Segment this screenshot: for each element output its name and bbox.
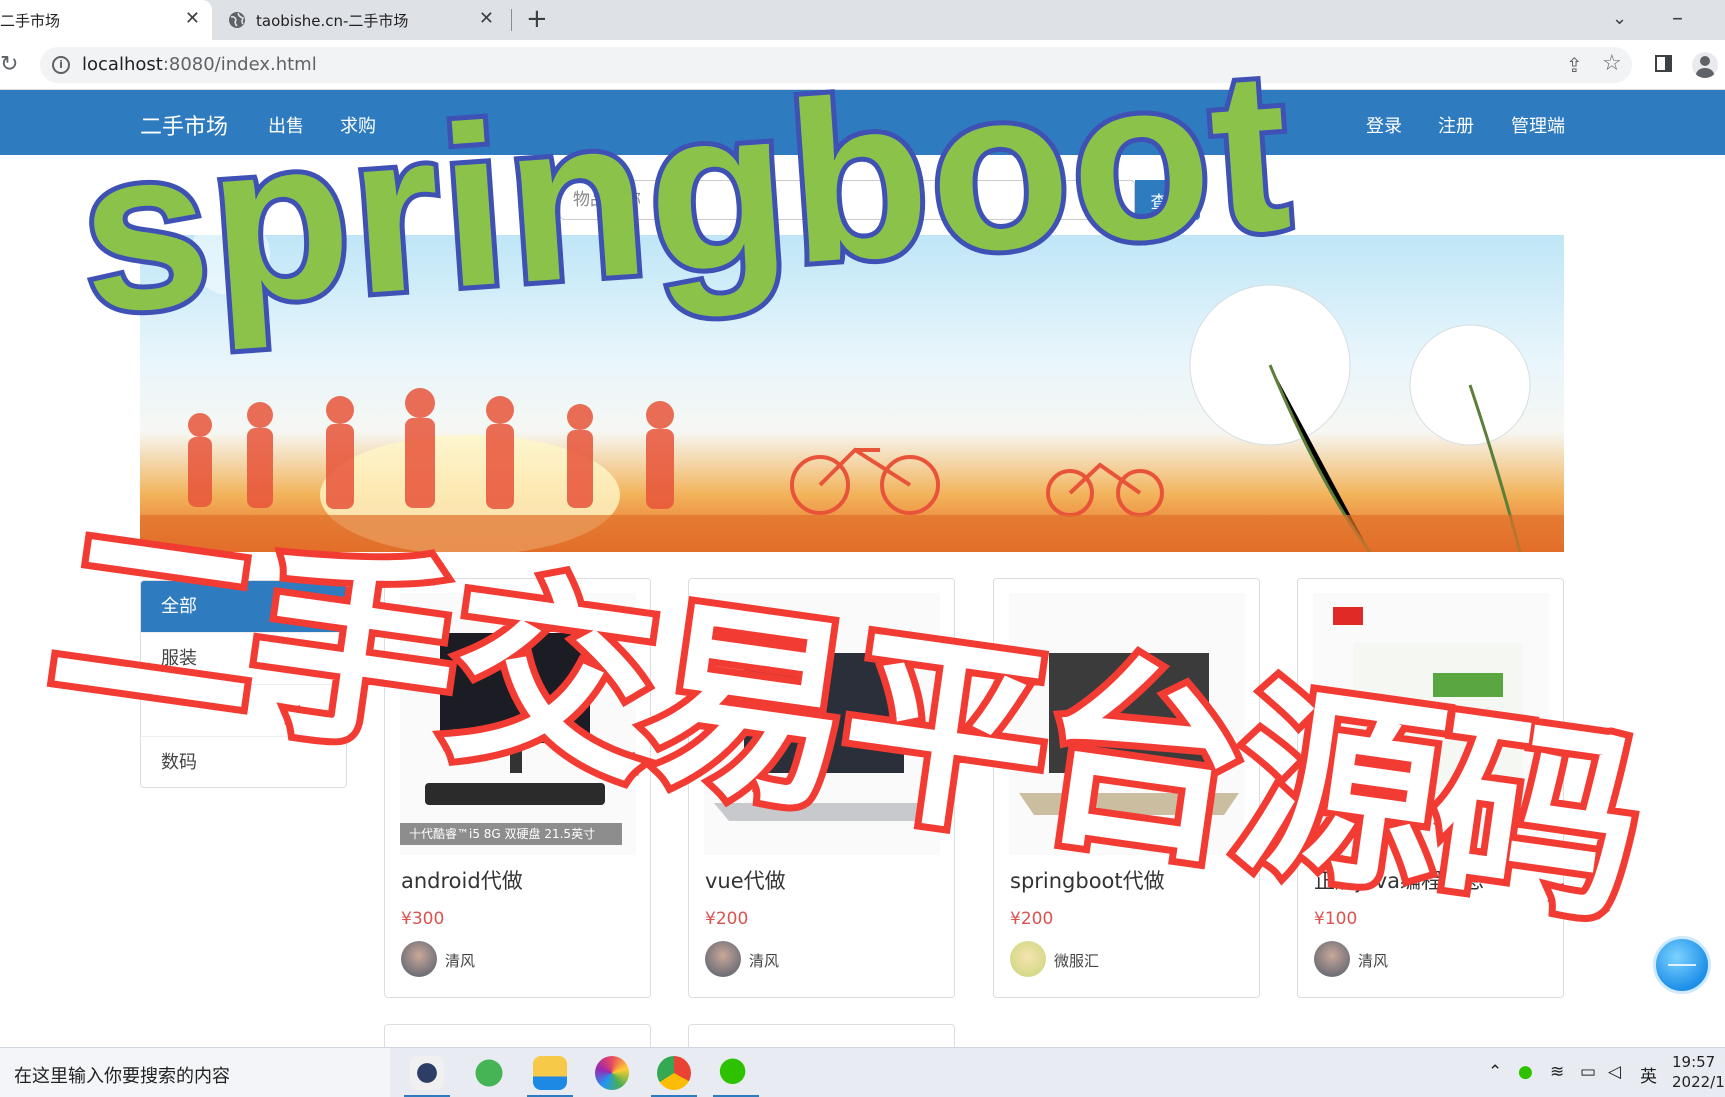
taskbar-search-text: 在这里输入你要搜索的内容 bbox=[14, 1066, 230, 1087]
minimize-icon[interactable]: – bbox=[1672, 6, 1683, 31]
seller-avatar bbox=[401, 941, 437, 977]
bookmark-star-icon[interactable]: ☆ bbox=[1602, 51, 1622, 76]
nav-admin[interactable]: 管理端 bbox=[1511, 112, 1565, 138]
browser-tab-bar: 二手市场 ✕ taobishe.cn-二手市场 ✕ + ⌄ – bbox=[0, 0, 1725, 40]
product-title[interactable]: vue代做 bbox=[705, 865, 786, 895]
product-price: ¥200 bbox=[705, 909, 749, 929]
seller-name: 清风 bbox=[749, 952, 780, 970]
info-icon[interactable]: i bbox=[52, 56, 70, 74]
profile-avatar-icon[interactable] bbox=[1692, 52, 1718, 78]
taskbar-search-box[interactable]: 在这里输入你要搜索的内容 bbox=[0, 1048, 390, 1097]
eclipse-app-icon[interactable] bbox=[404, 1056, 450, 1097]
floating-chat-button[interactable] bbox=[1653, 936, 1711, 994]
product-caption: 十代酷睿™i5 8G 双硬盘 21.5英寸 bbox=[409, 827, 596, 841]
tray-wechat-icon[interactable]: ● bbox=[1518, 1062, 1533, 1082]
tab-separator bbox=[511, 9, 512, 31]
product-price: ¥300 bbox=[401, 909, 445, 929]
new-tab-plus-icon[interactable]: + bbox=[526, 4, 548, 34]
tray-chevron-up-icon[interactable]: ⌃ bbox=[1488, 1062, 1502, 1082]
seller-avatar bbox=[1314, 941, 1350, 977]
seller-avatar bbox=[705, 941, 741, 977]
tray-ime-indicator[interactable]: 英 bbox=[1640, 1062, 1657, 1087]
tray-battery-icon[interactable]: ▭ bbox=[1580, 1062, 1596, 1082]
seller-name: 清风 bbox=[1358, 952, 1389, 970]
chrome-app-icon[interactable] bbox=[651, 1056, 697, 1097]
product-price: ¥200 bbox=[1010, 909, 1054, 929]
chevron-down-icon[interactable]: ⌄ bbox=[1612, 8, 1627, 29]
side-panel-icon[interactable] bbox=[1655, 55, 1672, 72]
taskbar-clock[interactable]: 19:57 2022/11 bbox=[1672, 1052, 1725, 1092]
nav-register[interactable]: 注册 bbox=[1438, 112, 1474, 138]
url-path: :8080/index.html bbox=[162, 54, 317, 75]
nav-login[interactable]: 登录 bbox=[1366, 112, 1402, 138]
globe-icon bbox=[229, 12, 245, 28]
reload-icon[interactable]: ↻ bbox=[0, 52, 18, 77]
product-title[interactable]: android代做 bbox=[401, 865, 523, 895]
clock-date: 2022/11 bbox=[1672, 1073, 1725, 1091]
green-app-icon[interactable] bbox=[472, 1056, 506, 1090]
url-host: localhost bbox=[82, 54, 163, 75]
tab-title: taobishe.cn-二手市场 bbox=[256, 11, 409, 30]
wechat-app-icon[interactable] bbox=[713, 1056, 759, 1097]
os-taskbar: 在这里输入你要搜索的内容 ⌃ ● ≋ ▭ ◁ 英 19:57 2022/11 bbox=[0, 1047, 1725, 1097]
tab-title: 二手市场 bbox=[0, 11, 61, 30]
seller-name: 微服汇 bbox=[1054, 952, 1100, 970]
clock-time: 19:57 bbox=[1672, 1053, 1716, 1071]
seller-name: 清风 bbox=[445, 952, 476, 970]
tray-wifi-icon[interactable]: ≋ bbox=[1550, 1062, 1564, 1082]
url-text[interactable]: localhost:8080/index.html bbox=[82, 54, 317, 75]
tab-current[interactable]: 二手市场 ✕ bbox=[0, 0, 212, 40]
share-icon[interactable]: ⇪ bbox=[1566, 53, 1583, 77]
seller-avatar bbox=[1010, 941, 1046, 977]
color-app-icon[interactable] bbox=[595, 1056, 629, 1090]
file-explorer-icon[interactable] bbox=[527, 1056, 573, 1097]
close-icon[interactable]: ✕ bbox=[185, 8, 200, 29]
tray-volume-icon[interactable]: ◁ bbox=[1608, 1062, 1621, 1082]
tab-taobishe[interactable]: taobishe.cn-二手市场 ✕ bbox=[218, 0, 506, 40]
close-icon[interactable]: ✕ bbox=[479, 8, 494, 29]
